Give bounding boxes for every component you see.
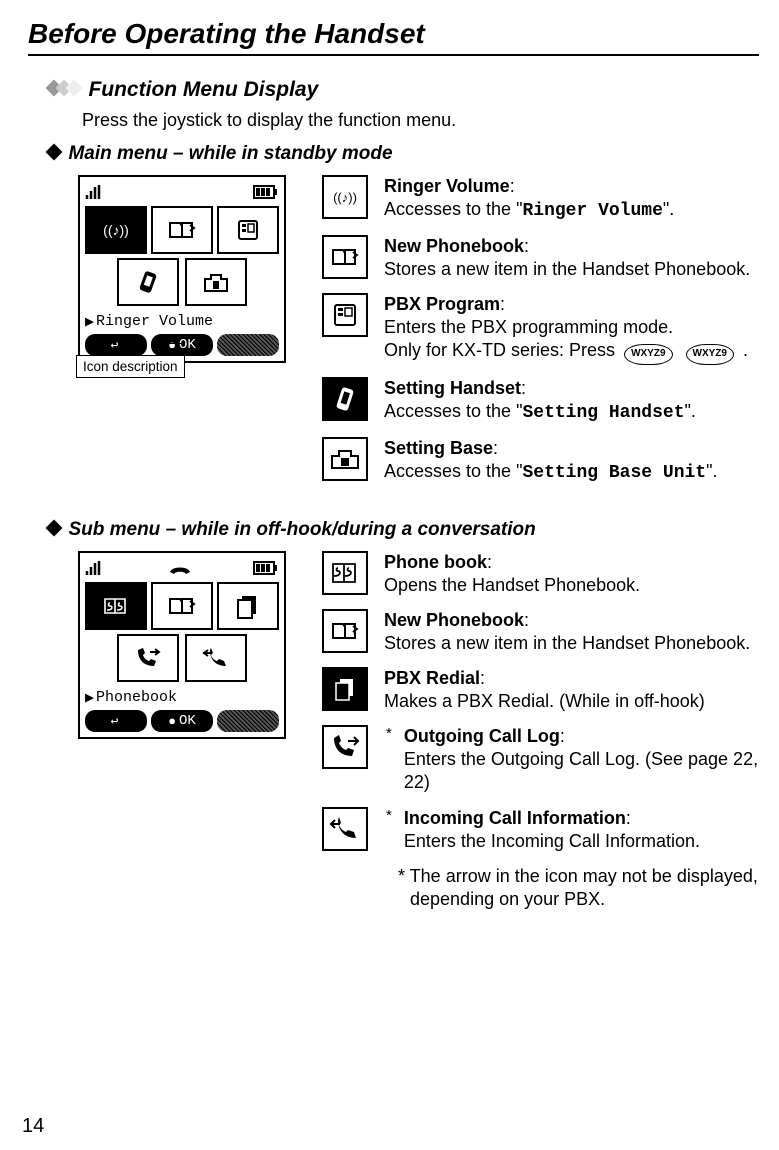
main-menu-heading-row: Main menu – while in standby mode xyxy=(48,143,759,165)
phonebook-icon xyxy=(322,551,368,595)
page-title: Before Operating the Handset xyxy=(28,18,759,56)
page-number: 14 xyxy=(22,1115,44,1138)
outgoing-call-log-cell-icon xyxy=(117,634,179,682)
new-phonebook-def-2: New Phonebook: Stores a new item in the … xyxy=(384,609,750,655)
pbx-redial-def: PBX Redial: Makes a PBX Redial. (While i… xyxy=(384,667,705,713)
pbx-program-icon xyxy=(322,293,368,337)
battery-icon xyxy=(253,561,279,575)
new-phonebook-icon xyxy=(322,235,368,279)
ringer-volume-cell-icon: ((♪)) xyxy=(85,206,147,254)
ringer-volume-def: Ringer Volume: Accesses to the "Ringer V… xyxy=(384,175,674,223)
main-menu-screenshot: ((♪)) xyxy=(78,175,286,363)
key-wxyz9-icon: WXYZ9 xyxy=(624,344,672,365)
incoming-call-info-cell-icon xyxy=(185,634,247,682)
softkey-right xyxy=(217,710,279,732)
diamond-bullet-solid-icon xyxy=(48,521,58,539)
offhook-icon xyxy=(167,560,193,576)
phonebook-cell-icon xyxy=(85,582,147,630)
pbx-program-cell-icon xyxy=(217,206,279,254)
ringer-volume-icon: ((♪)) xyxy=(322,175,368,219)
sub-menu-screenshot-label: ▶Phonebook xyxy=(85,686,279,708)
diamond-bullet-solid-icon xyxy=(48,145,58,163)
new-phonebook-cell-icon xyxy=(151,206,213,254)
signal-icon xyxy=(85,183,107,201)
key-wxyz9-icon: WXYZ9 xyxy=(686,344,734,365)
sub-menu-screenshot: ▶Phonebook ↩ ●OK xyxy=(78,551,286,739)
setting-base-cell-icon xyxy=(185,258,247,306)
softkey-ok: ●OK xyxy=(151,334,213,356)
setting-handset-icon xyxy=(322,377,368,421)
setting-base-def: Setting Base: Accesses to the "Setting B… xyxy=(384,437,718,485)
diamond-bullet-triple-icon xyxy=(48,81,78,99)
pbx-program-def: PBX Program: Enters the PBX programming … xyxy=(384,293,748,365)
main-menu-screenshot-label: ▶Ringer Volume xyxy=(85,310,279,332)
incoming-call-info-icon xyxy=(322,807,368,851)
phonebook-def: Phone book: Opens the Handset Phonebook. xyxy=(384,551,640,597)
softkey-back: ↩ xyxy=(85,334,147,356)
softkey-ok: ●OK xyxy=(151,710,213,732)
star-marker: * xyxy=(386,725,392,742)
softkey-right xyxy=(217,334,279,356)
function-menu-intro: Press the joystick to display the functi… xyxy=(82,110,759,131)
new-phonebook-def: New Phonebook: Stores a new item in the … xyxy=(384,235,750,281)
sub-menu-heading: Sub menu – while in off-hook/during a co… xyxy=(68,519,535,540)
incoming-call-info-def: Incoming Call Information: Enters the In… xyxy=(404,807,700,853)
main-menu-heading: Main menu – while in standby mode xyxy=(68,143,392,164)
icon-description-callout: Icon description xyxy=(76,355,185,378)
softkey-back: ↩ xyxy=(85,710,147,732)
outgoing-call-log-def: Outgoing Call Log: Enters the Outgoing C… xyxy=(404,725,759,794)
section-heading-row: Function Menu Display xyxy=(48,78,759,102)
pbx-redial-cell-icon xyxy=(217,582,279,630)
setting-handset-cell-icon xyxy=(117,258,179,306)
function-menu-heading: Function Menu Display xyxy=(88,78,318,101)
signal-icon xyxy=(85,559,107,577)
outgoing-call-log-icon xyxy=(322,725,368,769)
star-marker: * xyxy=(386,807,392,824)
setting-base-icon xyxy=(322,437,368,481)
setting-handset-def: Setting Handset: Accesses to the "Settin… xyxy=(384,377,696,425)
new-phonebook-cell-icon xyxy=(151,582,213,630)
battery-icon xyxy=(253,185,279,199)
sub-menu-footnote: * The arrow in the icon may not be displ… xyxy=(398,865,759,912)
new-phonebook-icon xyxy=(322,609,368,653)
sub-menu-heading-row: Sub menu – while in off-hook/during a co… xyxy=(48,519,759,541)
pbx-redial-icon xyxy=(322,667,368,711)
